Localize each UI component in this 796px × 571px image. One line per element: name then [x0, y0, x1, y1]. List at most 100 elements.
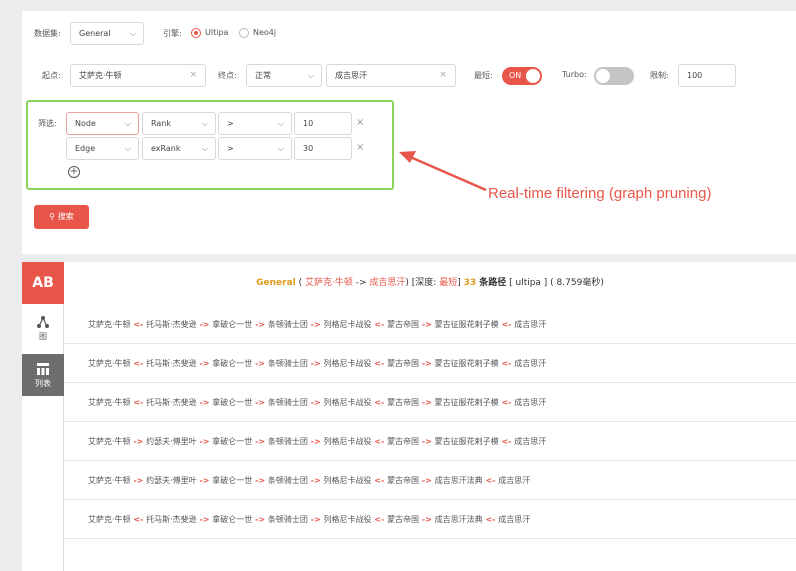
filter-type-select[interactable]: Edge ⌵ — [66, 137, 139, 160]
path-node: 条顿骑士团 — [267, 320, 308, 329]
path-row[interactable]: 艾萨克·牛顿 <- 托马斯·杰斐逊 -> 拿破仑一世 -> 条顿骑士团 -> 列… — [64, 500, 796, 539]
clear-icon[interactable]: × — [439, 65, 447, 86]
end-label: 终点: — [218, 71, 237, 80]
end-type-select[interactable]: 正常 ⌵ — [246, 64, 322, 87]
end-type-value: 正常 — [255, 71, 271, 80]
edge-direction: -> — [196, 515, 213, 524]
edge-direction: -> — [419, 359, 435, 368]
end-input[interactable]: 成吉思汗 × — [326, 64, 456, 87]
filter-op-select[interactable]: > ⌵ — [218, 137, 292, 160]
edge-direction: <- — [130, 515, 147, 524]
summary-tail: [ ultipa ] ( 8.759毫秒) — [506, 278, 604, 288]
chevron-down-icon: ⌵ — [124, 119, 131, 128]
engine-radio-ultipa[interactable] — [191, 28, 201, 38]
edge-direction: <- — [130, 320, 147, 329]
path-node: 蒙古帝国 — [387, 476, 420, 485]
edge-direction: -> — [419, 398, 435, 407]
edge-direction: <- — [498, 437, 515, 446]
path-node: 约瑟夫·傅里叶 — [146, 437, 197, 446]
remove-filter-icon[interactable]: × — [356, 142, 364, 153]
edge-direction: -> — [130, 476, 147, 485]
remove-filter-icon[interactable]: × — [356, 117, 364, 128]
start-value: 艾萨克·牛顿 — [79, 71, 122, 80]
start-label: 起点: — [42, 71, 61, 80]
shortest-toggle[interactable]: ON — [502, 67, 542, 85]
path-row[interactable]: 艾萨克·牛顿 <- 托马斯·杰斐逊 -> 拿破仑一世 -> 条顿骑士团 -> 列… — [64, 344, 796, 383]
graph-tab[interactable]: 图 — [22, 307, 64, 347]
chevron-down-icon: ⌵ — [201, 119, 208, 128]
results-panel: AB 图 列表 General ( 艾萨克·牛顿 -> 成吉思汗) [深度: 最… — [22, 262, 796, 571]
path-row[interactable]: 艾萨克·牛顿 -> 约瑟夫·傅里叶 -> 拿破仑一世 -> 条顿骑士团 -> 列… — [64, 422, 796, 461]
path-node: 艾萨克·牛顿 — [88, 515, 131, 524]
edge-direction: -> — [307, 515, 324, 524]
start-input[interactable]: 艾萨克·牛顿 × — [70, 64, 206, 87]
ab-tab[interactable]: AB — [22, 262, 64, 304]
path-node: 成吉思汗 — [514, 398, 547, 407]
filter-field-select[interactable]: Rank ⌵ — [142, 112, 216, 135]
path-node: 艾萨克·牛顿 — [88, 476, 131, 485]
edge-direction: -> — [130, 437, 147, 446]
path-node: 托马斯·杰斐逊 — [146, 320, 197, 329]
edge-direction: -> — [307, 320, 324, 329]
edge-direction: -> — [196, 320, 213, 329]
edge-direction: <- — [498, 359, 515, 368]
engine-option-ultipa: Ultipa — [205, 28, 229, 37]
toggle-knob — [596, 69, 610, 83]
path-node: 艾萨克·牛顿 — [88, 320, 131, 329]
graph-tab-label: 图 — [39, 332, 47, 341]
path-node: 蒙古帝国 — [387, 437, 420, 446]
path-node: 列格尼卡战役 — [323, 437, 372, 446]
add-filter-icon[interactable]: + — [68, 166, 80, 178]
path-node: 条顿骑士团 — [267, 398, 308, 407]
path-node: 拿破仑一世 — [212, 320, 253, 329]
filter-field-value: Rank — [151, 119, 171, 128]
engine-label: 引擎: — [163, 29, 182, 38]
turbo-toggle[interactable] — [594, 67, 634, 85]
toggle-knob — [526, 69, 540, 83]
edge-direction: <- — [371, 515, 388, 524]
filter-op-select[interactable]: > ⌵ — [218, 112, 292, 135]
filter-field-select[interactable]: exRank ⌵ — [142, 137, 216, 160]
chevron-down-icon: ⌵ — [124, 144, 131, 153]
path-node: 托马斯·杰斐逊 — [146, 359, 197, 368]
filter-type-value: Edge — [75, 144, 96, 153]
path-row[interactable]: 艾萨克·牛顿 -> 约瑟夫·傅里叶 -> 拿破仑一世 -> 条顿骑士团 -> 列… — [64, 461, 796, 500]
dataset-value: General — [79, 29, 111, 38]
chevron-down-icon: ⌵ — [277, 144, 284, 153]
edge-direction: -> — [419, 437, 435, 446]
chevron-down-icon: ⌵ — [307, 71, 314, 80]
clear-icon[interactable]: × — [189, 65, 197, 86]
engine-radio-neo4j[interactable] — [239, 28, 249, 38]
limit-value: 100 — [687, 71, 703, 80]
edge-direction: -> — [419, 320, 435, 329]
summary-text: ( — [295, 278, 305, 288]
path-node: 条顿骑士团 — [267, 515, 308, 524]
path-node: 蒙古征服花剌子模 — [434, 320, 499, 329]
list-tab[interactable]: 列表 — [22, 354, 64, 396]
limit-input[interactable]: 100 — [678, 64, 736, 87]
summary-start: 艾萨克·牛顿 — [305, 278, 353, 288]
chevron-down-icon: ⌵ — [129, 29, 136, 38]
filter-op-value: > — [227, 119, 234, 128]
edge-direction: -> — [252, 398, 268, 407]
path-row[interactable]: 艾萨克·牛顿 <- 托马斯·杰斐逊 -> 拿破仑一世 -> 条顿骑士团 -> 列… — [64, 383, 796, 422]
path-node: 拿破仑一世 — [212, 359, 253, 368]
path-node: 条顿骑士团 — [267, 476, 308, 485]
search-button[interactable]: ⚲ 搜索 — [34, 205, 89, 229]
path-node: 艾萨克·牛顿 — [88, 398, 131, 407]
edge-direction: <- — [371, 320, 388, 329]
path-node: 蒙古帝国 — [387, 359, 420, 368]
summary-text: ) [深度: — [405, 278, 440, 288]
path-node: 蒙古征服花剌子模 — [434, 437, 499, 446]
filter-value-input[interactable]: 10 — [294, 112, 352, 135]
shortest-state: ON — [509, 71, 522, 80]
edge-direction: <- — [498, 320, 515, 329]
dataset-select[interactable]: General ⌵ — [70, 22, 144, 45]
edge-direction: -> — [307, 398, 324, 407]
path-node: 成吉思汗 — [514, 320, 547, 329]
graph-icon — [37, 316, 49, 328]
path-node: 蒙古帝国 — [387, 320, 420, 329]
path-row[interactable]: 艾萨克·牛顿 <- 托马斯·杰斐逊 -> 拿破仑一世 -> 条顿骑士团 -> 列… — [64, 305, 796, 344]
filter-type-select[interactable]: Node ⌵ — [66, 112, 139, 135]
filter-value-input[interactable]: 30 — [294, 137, 352, 160]
